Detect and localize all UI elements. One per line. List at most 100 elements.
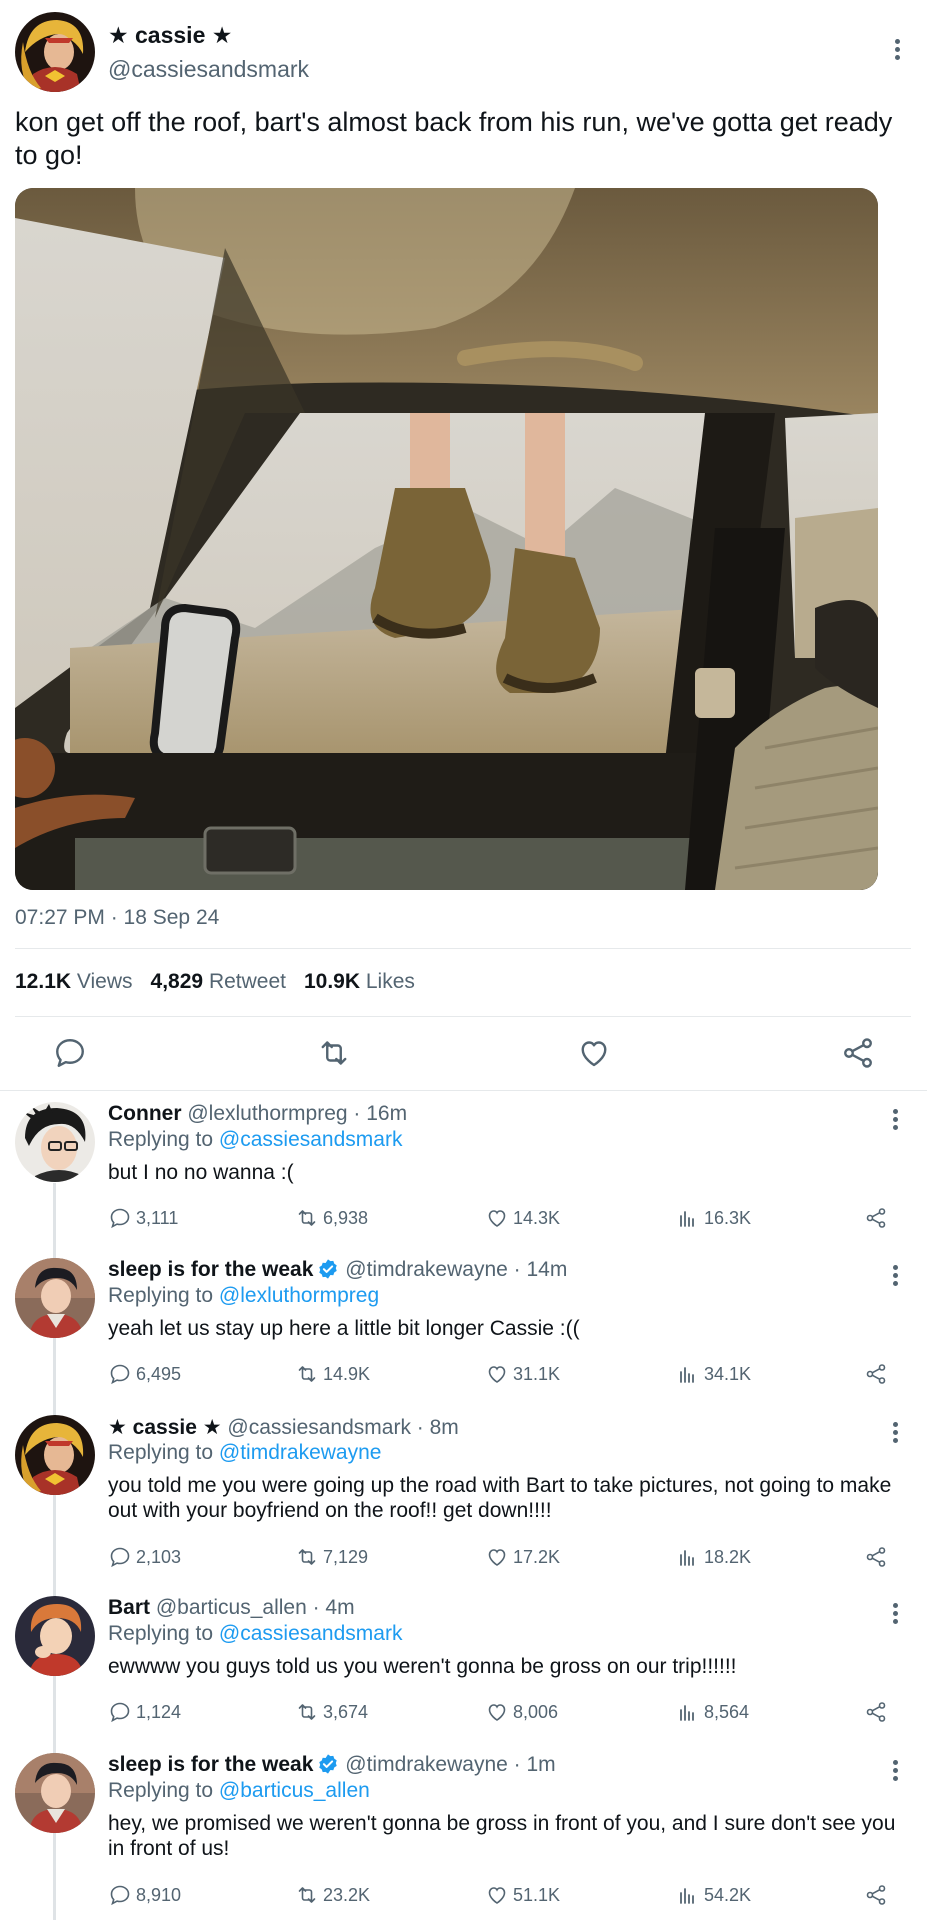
- like-count-button[interactable]: 31.1K: [485, 1362, 560, 1386]
- retweet-count-button[interactable]: 14.9K: [295, 1362, 370, 1386]
- reply-icon: [110, 1547, 130, 1568]
- reply-display-name[interactable]: ★ cassie ★: [108, 1416, 222, 1439]
- share-button[interactable]: [864, 1545, 888, 1569]
- reply-text: ewwww you guys told us you weren't gonna…: [108, 1655, 737, 1678]
- tweet-stats: 12.1K Views 4,829 Retweet 10.9K Likes: [15, 970, 415, 994]
- reply-header: Conner @lexluthormpreg · 16m: [108, 1102, 407, 1126]
- reply-action-bar: 6,495 14.9K 31.1K 34.1K: [108, 1362, 898, 1390]
- retweet-count-button[interactable]: 6,938: [295, 1206, 368, 1230]
- replying-to-link[interactable]: @cassiesandsmark: [219, 1622, 403, 1645]
- share-button[interactable]: [864, 1362, 888, 1386]
- reply-text: yeah let us stay up here a little bit lo…: [108, 1317, 580, 1340]
- replying-to-link[interactable]: @lexluthormpreg: [219, 1284, 379, 1307]
- reply-handle-time[interactable]: @timdrakewayne · 14m: [345, 1258, 567, 1281]
- tweet-timestamp[interactable]: 07:27 PM · 18 Sep 24: [15, 906, 219, 930]
- reply-display-name[interactable]: sleep is for the weak: [108, 1258, 313, 1281]
- replying-to: Replying to @lexluthormpreg: [108, 1284, 380, 1307]
- views-icon: [680, 1367, 694, 1383]
- like-count-button[interactable]: 17.2K: [485, 1545, 560, 1569]
- more-options-icon[interactable]: [880, 1755, 910, 1785]
- share-button[interactable]: [864, 1883, 888, 1907]
- views-icon: [680, 1550, 694, 1566]
- retweet-icon: [298, 1887, 316, 1903]
- retweet-count-button[interactable]: 3,674: [295, 1700, 368, 1724]
- share-icon: [866, 1547, 886, 1567]
- reply-handle-time[interactable]: @cassiesandsmark · 8m: [227, 1416, 458, 1439]
- like-icon: [488, 1210, 506, 1227]
- views-count-button[interactable]: 54.2K: [676, 1883, 751, 1907]
- share-icon: [866, 1702, 886, 1722]
- tweet-photo[interactable]: [15, 188, 878, 890]
- reply-handle-time[interactable]: @barticus_allen · 4m: [156, 1596, 355, 1619]
- retweets-stat[interactable]: 4,829 Retweet: [151, 970, 286, 994]
- retweet-icon: [298, 1210, 316, 1226]
- replying-to-link[interactable]: @barticus_allen: [219, 1779, 370, 1802]
- share-icon: [866, 1364, 886, 1384]
- replying-to: Replying to @barticus_allen: [108, 1779, 370, 1802]
- verified-badge-icon: [319, 1754, 338, 1774]
- share-icon: [866, 1885, 886, 1905]
- replying-to-link[interactable]: @timdrakewayne: [219, 1441, 382, 1464]
- retweet-count-button[interactable]: 7,129: [295, 1545, 368, 1569]
- bart-avatar[interactable]: [15, 1596, 95, 1676]
- divider: [0, 1090, 927, 1091]
- reply-display-name[interactable]: Conner: [108, 1102, 182, 1125]
- reply-count-button[interactable]: 2,103: [108, 1545, 181, 1569]
- replying-to: Replying to @cassiesandsmark: [108, 1622, 403, 1645]
- share-button[interactable]: [864, 1700, 888, 1724]
- reply-icon[interactable]: [52, 1035, 88, 1071]
- cassie-avatar[interactable]: [15, 12, 95, 92]
- views-stat[interactable]: 12.1K Views: [15, 970, 133, 994]
- reply-header: ★ cassie ★ @cassiesandsmark · 8m: [108, 1415, 459, 1440]
- replying-to: Replying to @cassiesandsmark: [108, 1128, 403, 1151]
- like-count-button[interactable]: 14.3K: [485, 1206, 560, 1230]
- views-icon: [680, 1705, 694, 1721]
- share-button[interactable]: [864, 1206, 888, 1230]
- retweet-icon: [298, 1366, 316, 1382]
- reply-header: sleep is for the weak @timdrakewayne · 1…: [108, 1753, 556, 1777]
- reply-action-bar: 2,103 7,129 17.2K 18.2K: [108, 1545, 898, 1573]
- views-icon: [680, 1211, 694, 1227]
- reply-count-button[interactable]: 1,124: [108, 1700, 181, 1724]
- reply-icon: [110, 1364, 130, 1385]
- retweet-count-button[interactable]: 23.2K: [295, 1883, 370, 1907]
- more-options-icon[interactable]: [880, 1104, 910, 1134]
- tim-avatar[interactable]: [15, 1258, 95, 1338]
- reply-header: Bart @barticus_allen · 4m: [108, 1596, 355, 1620]
- views-count-button[interactable]: 34.1K: [676, 1362, 751, 1386]
- main-tweet-text: kon get off the roof, bart's almost back…: [15, 107, 893, 170]
- main-handle[interactable]: @cassiesandsmark: [108, 56, 309, 83]
- reply-count-button[interactable]: 3,111: [108, 1206, 178, 1230]
- likes-stat[interactable]: 10.9K Likes: [304, 970, 415, 994]
- verified-badge-icon: [319, 1259, 338, 1279]
- share-icon[interactable]: [840, 1035, 876, 1071]
- reply-handle-time[interactable]: @lexluthormpreg · 16m: [187, 1102, 407, 1125]
- views-count-button[interactable]: 16.3K: [676, 1206, 751, 1230]
- like-count-button[interactable]: 51.1K: [485, 1883, 560, 1907]
- reply-header: sleep is for the weak @timdrakewayne · 1…: [108, 1258, 567, 1282]
- reply-action-bar: 3,111 6,938 14.3K 16.3K: [108, 1206, 898, 1234]
- reply-handle-time[interactable]: @timdrakewayne · 1m: [345, 1753, 555, 1776]
- like-count-button[interactable]: 8,006: [485, 1700, 558, 1724]
- reply-icon: [110, 1208, 130, 1229]
- reply-display-name[interactable]: Bart: [108, 1596, 150, 1619]
- views-count-button[interactable]: 8,564: [676, 1700, 749, 1724]
- more-options-icon[interactable]: [880, 1417, 910, 1447]
- more-options-icon[interactable]: [882, 34, 912, 64]
- like-icon: [488, 1549, 506, 1566]
- reply-display-name[interactable]: sleep is for the weak: [108, 1753, 313, 1776]
- views-count-button[interactable]: 18.2K: [676, 1545, 751, 1569]
- like-icon[interactable]: [576, 1035, 612, 1071]
- reply-count-button[interactable]: 8,910: [108, 1883, 181, 1907]
- more-options-icon[interactable]: [880, 1260, 910, 1290]
- reply-count-button[interactable]: 6,495: [108, 1362, 181, 1386]
- retweet-icon[interactable]: [316, 1035, 352, 1071]
- replying-to-link[interactable]: @cassiesandsmark: [219, 1128, 403, 1151]
- tim-avatar[interactable]: [15, 1753, 95, 1833]
- conner-avatar[interactable]: [15, 1102, 95, 1182]
- divider: [15, 1016, 911, 1017]
- cassie-avatar[interactable]: [15, 1415, 95, 1495]
- main-display-name[interactable]: ★ cassie ★: [108, 22, 232, 49]
- more-options-icon[interactable]: [880, 1598, 910, 1628]
- retweet-icon: [298, 1704, 316, 1720]
